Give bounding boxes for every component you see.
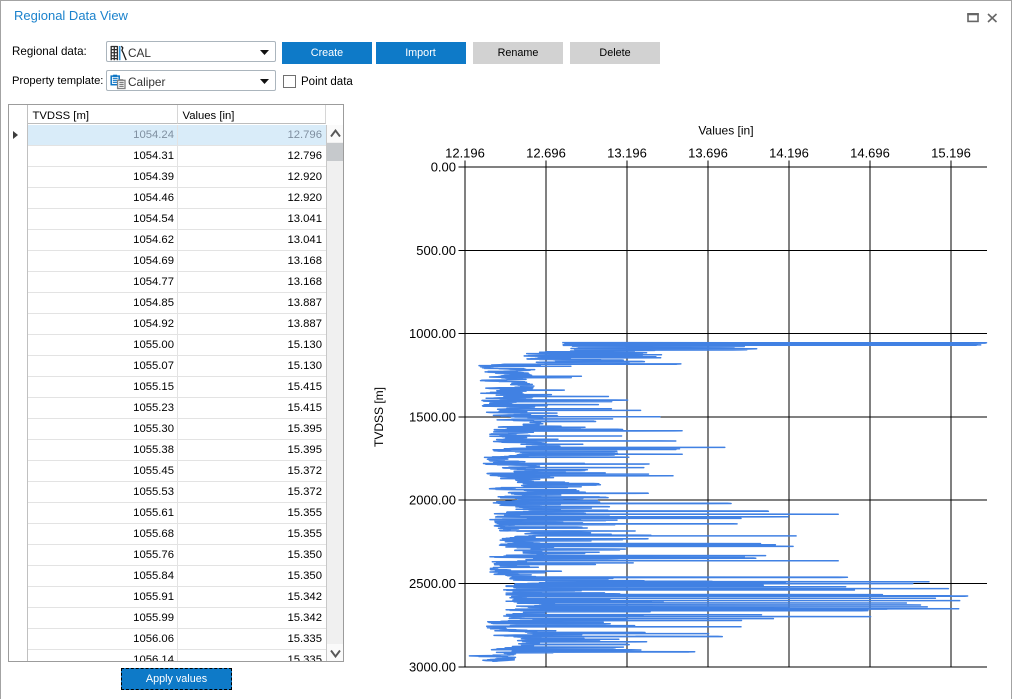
svg-text:15.196: 15.196 (931, 146, 971, 161)
svg-text:14.696: 14.696 (850, 146, 890, 161)
svg-text:2000.00: 2000.00 (409, 493, 456, 508)
svg-text:500.00: 500.00 (416, 243, 456, 258)
svg-text:1500.00: 1500.00 (409, 409, 456, 424)
svg-text:1000.00: 1000.00 (409, 326, 456, 341)
svg-text:14.196: 14.196 (769, 146, 809, 161)
svg-text:12.696: 12.696 (526, 146, 566, 161)
svg-text:12.196: 12.196 (445, 146, 485, 161)
svg-text:0.00: 0.00 (431, 160, 456, 175)
svg-text:3000.00: 3000.00 (409, 659, 456, 674)
svg-text:13.196: 13.196 (607, 146, 647, 161)
svg-text:Values [in]: Values [in] (698, 124, 753, 138)
svg-text:2500.00: 2500.00 (409, 576, 456, 591)
svg-text:TVDSS [m]: TVDSS [m] (372, 387, 386, 447)
svg-text:13.696: 13.696 (688, 146, 728, 161)
